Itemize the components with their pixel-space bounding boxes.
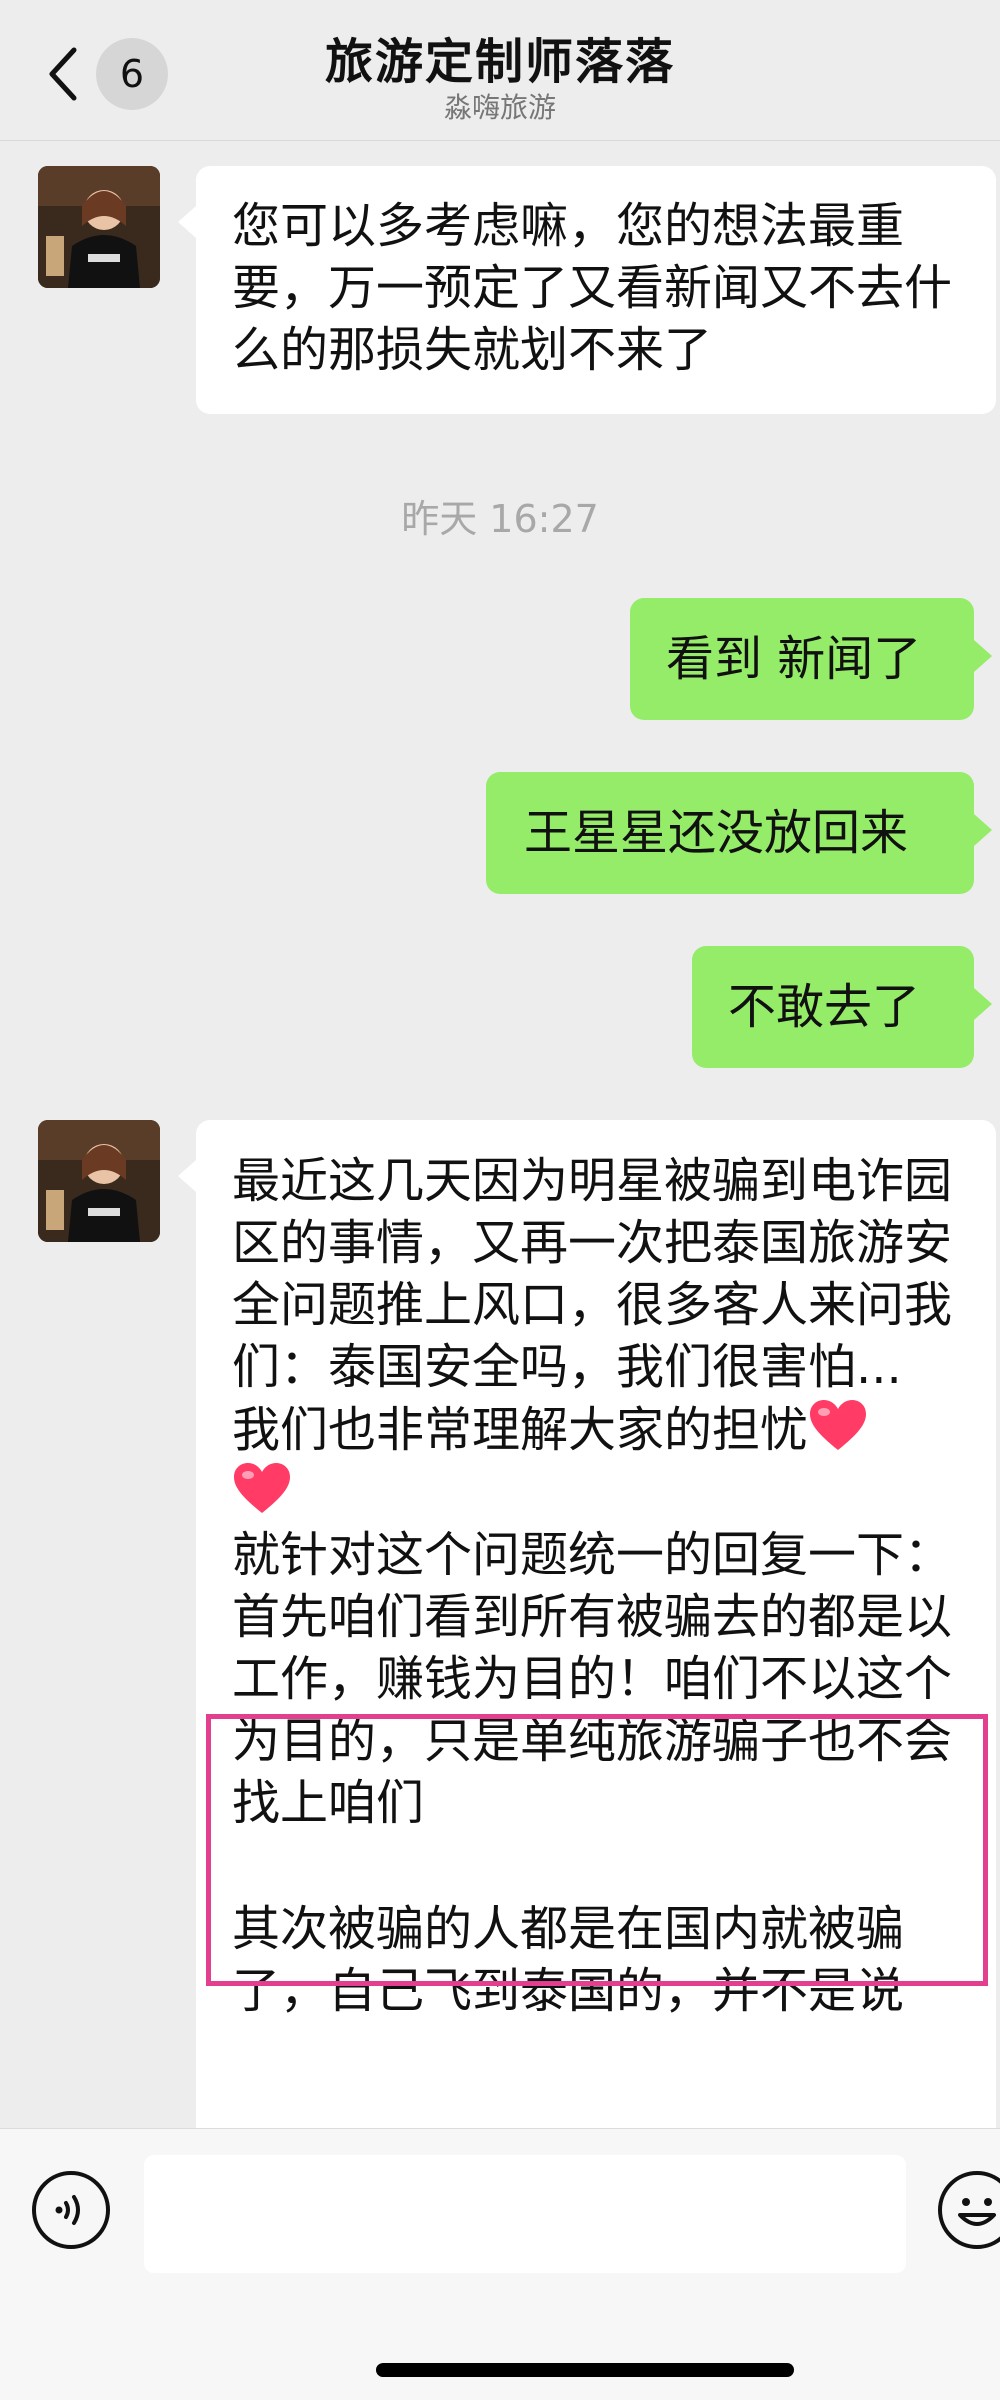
heart-emoji-icon — [808, 1398, 868, 1452]
chat-subtitle: 淼嗨旅游 — [443, 91, 556, 124]
home-indicator[interactable] — [376, 2363, 794, 2377]
highlight-annotation-box — [206, 1714, 988, 1986]
message-bubble-incoming[interactable]: 您可以多考虑嘛，您的想法最重要，万一预定了又看新闻又不去什么的那损失就划不来了 — [178, 166, 996, 414]
message-bubble-outgoing[interactable]: 王星星还没放回来 — [486, 772, 992, 894]
contact-avatar[interactable] — [38, 166, 160, 288]
message-paragraph: 我们也非常理解大家的担忧 — [232, 1402, 809, 1458]
input-bar — [0, 2128, 1000, 2400]
message-paragraph-with-emoji: 我们也非常理解大家的担忧 — [232, 1398, 970, 1524]
message-text: 看到 新闻了 — [666, 631, 922, 687]
message-paragraph: 最近这几天因为明星被骗到电诈园区的事情，又再一次把泰国旅游安全问题推上风口，很多… — [232, 1153, 953, 1395]
emoji-button[interactable] — [938, 2171, 1000, 2249]
chat-header: 6 旅游定制师落落 淼嗨旅游 — [0, 0, 1000, 141]
message-input[interactable] — [144, 2155, 906, 2273]
message-text: 王星星还没放回来 — [524, 805, 909, 861]
message-bubble-incoming[interactable]: 最近这几天因为明星被骗到电诈园区的事情，又再一次把泰国旅游安全问题推上风口，很多… — [178, 1120, 996, 2160]
avatar-image — [38, 166, 160, 288]
message-paragraph: 就针对这个问题统一的回复一下： — [232, 1527, 953, 1583]
voice-input-button[interactable] — [32, 2171, 110, 2249]
heart-emoji-icon — [232, 1461, 292, 1515]
chat-title: 旅游定制师落落 — [324, 34, 675, 90]
message-text: 您可以多考虑嘛，您的想法最重要，万一预定了又看新闻又不去什么的那损失就划不来了 — [232, 198, 953, 378]
message-bubble-outgoing[interactable]: 不敢去了 — [692, 946, 992, 1068]
message-text: 不敢去了 — [728, 979, 921, 1035]
message-timestamp: 昨天 16:27 — [401, 497, 599, 541]
voice-icon — [55, 2195, 80, 2225]
contact-avatar[interactable] — [38, 1120, 160, 1242]
avatar-image — [38, 1120, 160, 1242]
message-bubble-outgoing[interactable]: 看到 新闻了 — [630, 598, 992, 720]
emoji-icon — [958, 2198, 996, 2226]
